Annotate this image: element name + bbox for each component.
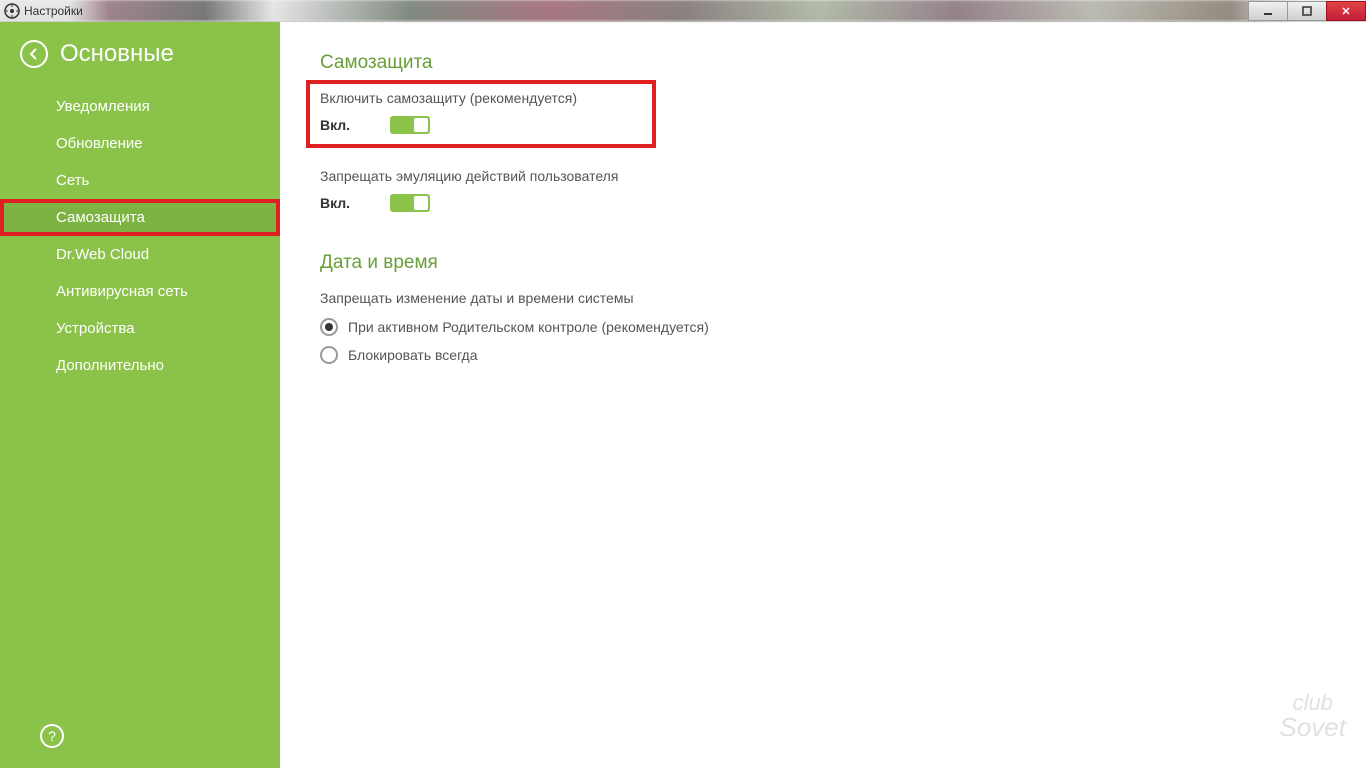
window-titlebar: Настройки xyxy=(0,0,1366,22)
radio-block-always[interactable]: Блокировать всегда xyxy=(320,346,1326,364)
radio-label: При активном Родительском контроле (реко… xyxy=(348,319,709,335)
help-button[interactable]: ? xyxy=(40,724,64,748)
sidebar-item-selfprotection[interactable]: Самозащита xyxy=(0,199,280,236)
sidebar-item-avnetwork[interactable]: Антивирусная сеть xyxy=(0,273,280,310)
sidebar: Основные Уведомления Обновление Сеть Сам… xyxy=(0,22,280,768)
sidebar-item-cloud[interactable]: Dr.Web Cloud xyxy=(0,236,280,273)
watermark: club Sovet xyxy=(1280,694,1347,743)
setting-label: Запрещать изменение даты и времени систе… xyxy=(320,290,1326,306)
minimize-button[interactable] xyxy=(1248,1,1288,21)
app-icon xyxy=(4,3,20,19)
section-title-datetime: Дата и время xyxy=(320,252,1326,274)
radio-parental-control[interactable]: При активном Родительском контроле (реко… xyxy=(320,318,1326,336)
setting-label: Включить самозащиту (рекомендуется) xyxy=(320,90,642,106)
sidebar-item-additional[interactable]: Дополнительно xyxy=(0,347,280,384)
main-content: Самозащита Включить самозащиту (рекоменд… xyxy=(280,22,1366,768)
sidebar-item-network[interactable]: Сеть xyxy=(0,162,280,199)
setting-block-emulation: Запрещать эмуляцию действий пользователя… xyxy=(320,168,1326,212)
close-button[interactable] xyxy=(1326,1,1366,21)
sidebar-item-devices[interactable]: Устройства xyxy=(0,310,280,347)
toggle-emulation[interactable] xyxy=(390,194,430,212)
radio-icon xyxy=(320,318,338,336)
sidebar-title: Основные xyxy=(60,40,174,68)
toggle-selfprotection[interactable] xyxy=(390,116,430,134)
toggle-state: Вкл. xyxy=(320,117,350,133)
back-button[interactable] xyxy=(20,40,48,68)
section-title-selfprotection: Самозащита xyxy=(320,52,1326,74)
sidebar-item-notifications[interactable]: Уведомления xyxy=(0,88,280,125)
window-title: Настройки xyxy=(24,4,83,18)
radio-label: Блокировать всегда xyxy=(348,347,478,363)
maximize-button[interactable] xyxy=(1287,1,1327,21)
sidebar-item-update[interactable]: Обновление xyxy=(0,125,280,162)
setting-enable-selfprotection: Включить самозащиту (рекомендуется) Вкл. xyxy=(306,80,656,148)
radio-icon xyxy=(320,346,338,364)
toggle-state: Вкл. xyxy=(320,195,350,211)
setting-label: Запрещать эмуляцию действий пользователя xyxy=(320,168,1326,184)
